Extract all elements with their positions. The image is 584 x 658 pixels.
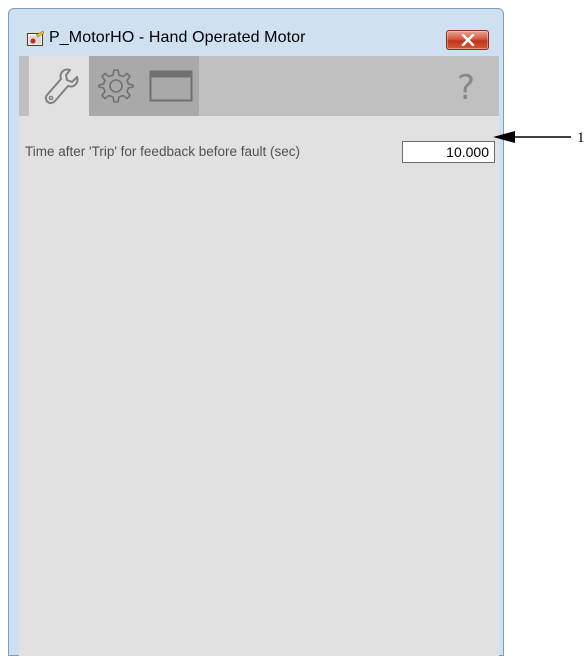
page: P_MotorHO - Hand Operated Motor ? Time a… [0,0,584,658]
callout-arrow [493,131,571,143]
fault-time-setting: Time after 'Trip' for feedback before fa… [19,140,499,164]
close-icon [461,34,475,46]
window-title: P_MotorHO - Hand Operated Motor [49,29,306,46]
faceplate-icon [149,70,193,102]
gear-icon [98,69,134,103]
close-button[interactable] [446,30,489,50]
faceplate-body: ? Time after 'Trip' for feedback before … [19,56,499,656]
callout-label: 1 [577,130,584,146]
faceplate-toolbar: ? [19,56,499,116]
faceplate-window: P_MotorHO - Hand Operated Motor ? Time a… [8,8,504,656]
fault-time-label: Time after 'Trip' for feedback before fa… [25,144,301,159]
tab-configuration[interactable] [89,56,143,116]
tab-engineering[interactable] [29,56,89,116]
wrench-icon [44,68,79,105]
help-icon[interactable]: ? [457,68,475,108]
tab-faceplate[interactable] [143,56,199,116]
title-bar[interactable]: P_MotorHO - Hand Operated Motor [9,9,503,50]
app-icon [27,30,45,47]
fault-time-input[interactable] [402,141,495,163]
